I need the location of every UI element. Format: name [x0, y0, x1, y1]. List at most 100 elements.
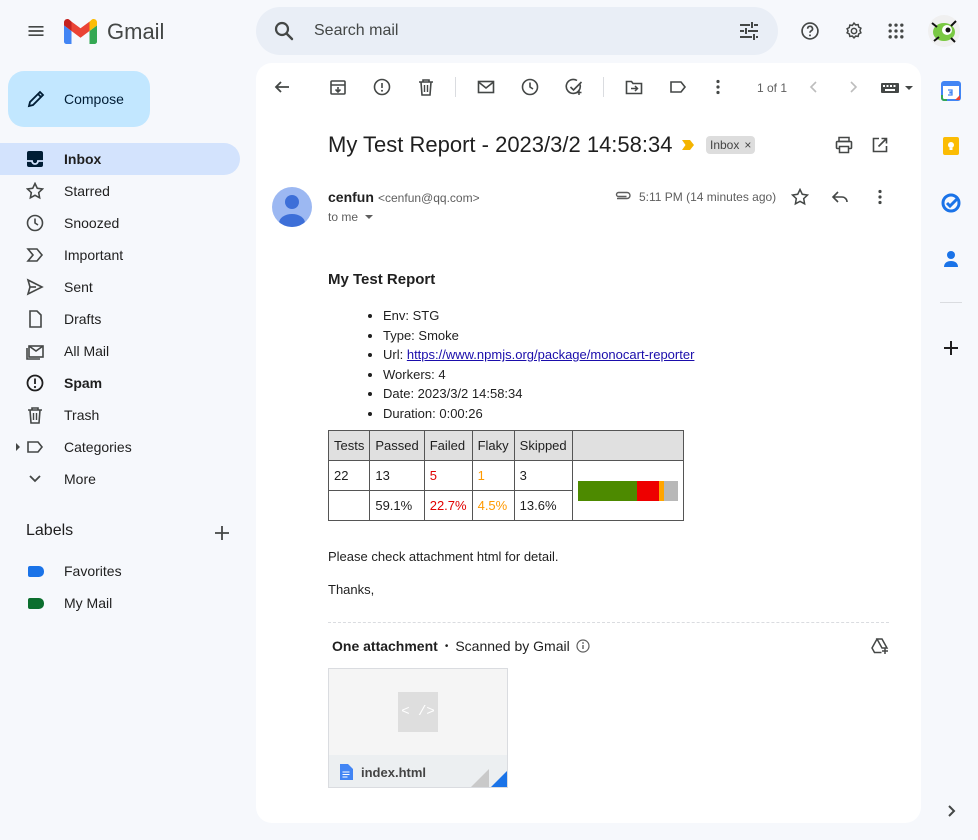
search-options-icon[interactable] [738, 21, 760, 41]
nav-label: Categories [64, 439, 132, 455]
nav-label: Drafts [64, 311, 102, 327]
more-vert-icon[interactable] [698, 67, 738, 107]
move-to-icon[interactable] [614, 67, 654, 107]
settings-gear-icon[interactable] [834, 11, 874, 51]
compose-button[interactable]: Compose [8, 71, 150, 127]
count-skipped: 3 [513, 460, 573, 491]
nav-item-important[interactable]: Important [0, 239, 240, 271]
report-spam-icon[interactable] [362, 67, 402, 107]
contacts-app-icon[interactable] [938, 246, 964, 272]
nav-item-sent[interactable]: Sent [0, 271, 240, 303]
apps-grid-icon[interactable] [876, 11, 916, 51]
rail-divider [940, 302, 962, 303]
back-arrow-icon[interactable] [262, 67, 302, 107]
attachments-header: One attachment • Scanned by Gmail [332, 638, 590, 654]
header-failed: Failed [423, 430, 473, 461]
snooze-icon[interactable] [510, 67, 550, 107]
delete-icon[interactable] [406, 67, 446, 107]
get-addons-plus-icon[interactable] [938, 335, 964, 361]
main-menu-icon[interactable] [16, 11, 56, 51]
bar-segment-passed [577, 480, 637, 501]
folded-corner-icon [469, 769, 507, 787]
recipients-toggle[interactable]: to me [328, 210, 374, 224]
nav-item-inbox[interactable]: Inbox [0, 143, 240, 175]
nav-label: Starred [64, 183, 110, 199]
message-more-icon[interactable] [860, 177, 900, 217]
calendar-app-icon[interactable] [938, 78, 964, 104]
attachment-file-name: index.html [361, 765, 427, 780]
sender-name[interactable]: cenfun [328, 189, 374, 205]
nav-item-snoozed[interactable]: Snoozed [0, 207, 240, 239]
spam-icon [26, 374, 46, 394]
archive-icon[interactable] [318, 67, 358, 107]
tasks-app-icon[interactable] [938, 190, 964, 216]
importance-marker-icon[interactable] [682, 140, 694, 150]
workers-item: Workers: 4 [383, 365, 888, 385]
add-to-drive-icon[interactable] [860, 626, 900, 666]
caret-right-icon[interactable] [15, 443, 21, 451]
document-icon [339, 764, 353, 780]
report-title: My Test Report [328, 271, 436, 288]
attachment-card[interactable]: < /> index.html [328, 668, 508, 788]
report-url-link[interactable]: https://www.npmjs.org/package/monocart-r… [407, 347, 695, 362]
account-avatar[interactable] [928, 15, 960, 47]
inbox-label-chip: Inbox × [706, 136, 756, 154]
nav-item-categories[interactable]: Categories [0, 431, 240, 463]
keep-app-icon[interactable] [938, 133, 964, 159]
mark-unread-icon[interactable] [466, 67, 506, 107]
search-bar[interactable] [256, 7, 778, 55]
app-name: Gmail [107, 19, 165, 44]
report-details-list: Env: STG Type: Smoke Url: https://www.np… [328, 306, 888, 424]
bar-cell [571, 460, 684, 521]
type-item: Type: Smoke [383, 326, 888, 346]
gmail-logo-icon [64, 18, 97, 44]
reply-icon[interactable] [820, 177, 860, 217]
chevron-down-icon [26, 470, 46, 490]
nav-item-spam[interactable]: Spam [0, 367, 240, 399]
nav-label: Inbox [64, 151, 102, 167]
open-in-new-window-icon[interactable] [860, 125, 900, 165]
message-view: 1 of 1 My Test Report - 2023/3/2 14:58:3… [256, 63, 921, 823]
duration-item: Duration: 0:00:26 [383, 404, 888, 424]
table-row: 22 13 5 1 3 [327, 460, 684, 521]
label-as-icon[interactable] [658, 67, 698, 107]
attachment-footer: index.html [329, 755, 507, 787]
all-mail-icon [26, 342, 46, 362]
print-icon[interactable] [824, 125, 864, 165]
info-icon[interactable] [576, 639, 590, 653]
search-input[interactable] [312, 19, 712, 43]
show-side-panel-chevron-icon[interactable] [938, 798, 964, 824]
nav-item-all-mail[interactable]: All Mail [0, 335, 240, 367]
nav-item-trash[interactable]: Trash [0, 399, 240, 431]
percent-passed: 59.1% [369, 490, 425, 521]
scanned-text: Scanned by Gmail [455, 638, 570, 654]
add-task-icon[interactable] [554, 67, 594, 107]
count-tests: 22 [327, 460, 371, 491]
nav-item-starred[interactable]: Starred [0, 175, 240, 207]
table-header-row: Tests Passed Failed Flaky Skipped [327, 430, 684, 461]
keyboard-input-icon[interactable] [880, 81, 916, 95]
remove-label-icon[interactable]: × [744, 138, 751, 152]
clock-icon [26, 214, 46, 234]
percent-tests [327, 490, 371, 521]
nav-label: Trash [64, 407, 100, 423]
add-label-icon[interactable] [202, 513, 242, 553]
label-item-favorites[interactable]: Favorites [0, 555, 240, 587]
search-icon[interactable] [272, 19, 296, 43]
nav-label: All Mail [64, 343, 110, 359]
nav-item-more[interactable]: More [0, 463, 240, 495]
important-icon [26, 246, 46, 266]
help-icon[interactable] [790, 11, 830, 51]
compose-label: Compose [64, 91, 124, 107]
sender-avatar[interactable] [272, 187, 312, 227]
thanks-text: Thanks, [328, 582, 375, 597]
label-tag-icon [28, 598, 44, 609]
label-name: Favorites [64, 563, 122, 579]
label-icon [26, 438, 46, 458]
label-item-my-mail[interactable]: My Mail [0, 587, 240, 619]
star-message-icon[interactable] [780, 177, 820, 217]
newer-chevron-icon[interactable] [794, 67, 834, 107]
results-table: Tests Passed Failed Flaky Skipped 22 13 … [327, 430, 684, 521]
nav-item-drafts[interactable]: Drafts [0, 303, 240, 335]
older-chevron-icon[interactable] [833, 67, 873, 107]
